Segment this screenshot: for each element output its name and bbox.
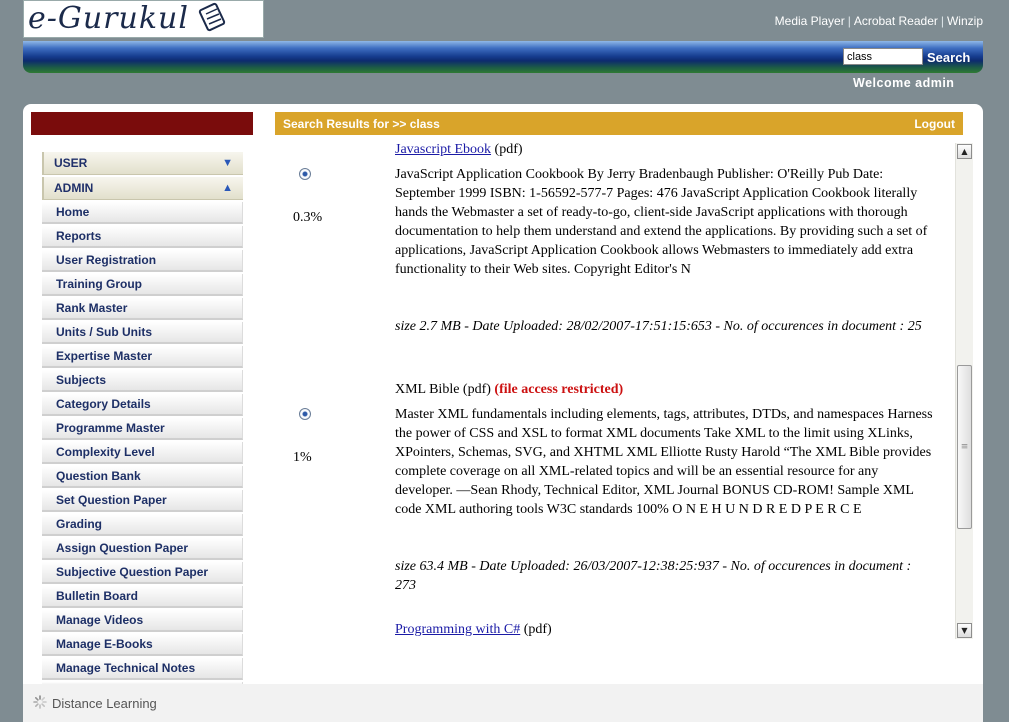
site-logo: e-Gurukul	[23, 0, 264, 38]
sidebar-item-complexity-level[interactable]: Complexity Level	[42, 442, 243, 464]
results-scrollbar[interactable]: ▲ ≡ ▼	[955, 143, 973, 639]
result-title-link[interactable]: Javascript Ebook	[395, 142, 491, 157]
result-meta: size 2.7 MB - Date Uploaded: 28/02/2007-…	[395, 319, 922, 334]
result-file-type: (pdf)	[462, 382, 491, 397]
sidebar-item-manage-videos[interactable]: Manage Videos	[42, 610, 243, 632]
main-panel: USER ▼ ADMIN ▲ Home Reports User Registr…	[23, 104, 983, 686]
grip-icon: ≡	[960, 442, 969, 452]
sidebar-item-training-group[interactable]: Training Group	[42, 274, 243, 296]
result-title-link[interactable]: Programming with C#	[395, 622, 520, 637]
sidebar-item-category-details[interactable]: Category Details	[42, 394, 243, 416]
sidebar-header-bar	[31, 112, 253, 135]
sidebar-item-home[interactable]: Home	[42, 202, 243, 224]
sidebar-item-reports[interactable]: Reports	[42, 226, 243, 248]
sidebar-item-manage-technical-notes[interactable]: Manage Technical Notes	[42, 658, 243, 680]
sidebar-item-expertise-master[interactable]: Expertise Master	[42, 346, 243, 368]
sidebar-item-programme-master[interactable]: Programme Master	[42, 418, 243, 440]
result-title-line: Javascript Ebook (pdf)	[395, 142, 523, 158]
result-title-text: XML Bible	[395, 382, 460, 397]
sidebar-item-user-registration[interactable]: User Registration	[42, 250, 243, 272]
sidebar-item-bulletin-board[interactable]: Bulletin Board	[42, 586, 243, 608]
access-restricted-label: (file access restricted)	[494, 382, 624, 397]
logo-text: e-Gurukul	[28, 1, 189, 36]
results-title: Search Results for >> class	[283, 116, 440, 131]
acrobat-reader-link[interactable]: Acrobat Reader	[854, 14, 938, 28]
result-relevance: 1%	[293, 450, 312, 465]
scroll-up-button[interactable]: ▲	[957, 144, 972, 159]
results-list: Javascript Ebook (pdf) 0.3% JavaScript A…	[275, 140, 980, 640]
sidebar-item-subjects[interactable]: Subjects	[42, 370, 243, 392]
footer-status: Distance Learning	[23, 684, 983, 722]
arrow-down-icon: ▼	[961, 626, 968, 635]
sidebar-item-assign-question-paper[interactable]: Assign Question Paper	[42, 538, 243, 560]
top-links: Media Player | Acrobat Reader | Winzip	[774, 14, 983, 28]
menu-section-admin[interactable]: ADMIN ▲	[42, 177, 243, 200]
chevron-up-icon: ▲	[222, 182, 233, 194]
sidebar-menu: USER ▼ ADMIN ▲ Home Reports User Registr…	[42, 152, 243, 686]
sidebar-item-grading[interactable]: Grading	[42, 514, 243, 536]
sidebar-item-units[interactable]: Units / Sub Units	[42, 322, 243, 344]
result-title-line: Programming with C# (pdf)	[395, 622, 552, 638]
search-button[interactable]: Search	[927, 48, 970, 67]
spinner-icon	[33, 694, 47, 712]
arrow-up-icon: ▲	[961, 147, 968, 156]
menu-section-label: ADMIN	[54, 181, 94, 195]
sidebar-item-question-bank[interactable]: Question Bank	[42, 466, 243, 488]
result-description: Master XML fundamentals including elemen…	[395, 407, 933, 517]
result-title-line: XML Bible (pdf) (file access restricted)	[395, 382, 623, 398]
sidebar-item-rank-master[interactable]: Rank Master	[42, 298, 243, 320]
welcome-text: Welcome admin	[853, 76, 955, 90]
result-file-type: (pdf)	[523, 622, 552, 637]
header-bar: Search	[23, 41, 983, 73]
result-description: JavaScript Application Cookbook By Jerry…	[395, 167, 928, 277]
logout-link[interactable]: Logout	[914, 117, 955, 131]
chevron-down-icon: ▼	[222, 157, 233, 169]
winzip-link[interactable]: Winzip	[947, 14, 983, 28]
results-header: Search Results for >> class Logout	[275, 112, 963, 135]
result-relevance: 0.3%	[293, 210, 323, 225]
sidebar-item-set-question-paper[interactable]: Set Question Paper	[42, 490, 243, 512]
scroll-thumb[interactable]: ≡	[957, 365, 972, 529]
result-file-type: (pdf)	[494, 142, 523, 157]
scroll-icon	[195, 1, 229, 37]
scroll-down-button[interactable]: ▼	[957, 623, 972, 638]
sidebar-item-manage-e-books[interactable]: Manage E-Books	[42, 634, 243, 656]
sidebar-item-subjective-question-paper[interactable]: Subjective Question Paper	[42, 562, 243, 584]
menu-section-user[interactable]: USER ▼	[42, 152, 243, 175]
result-meta: size 63.4 MB - Date Uploaded: 26/03/2007…	[395, 559, 912, 593]
radio-selected-icon[interactable]	[299, 408, 311, 420]
menu-section-label: USER	[54, 156, 88, 170]
media-player-link[interactable]: Media Player	[775, 14, 845, 28]
footer-status-text: Distance Learning	[52, 695, 157, 711]
search-input[interactable]	[843, 48, 923, 65]
radio-selected-icon[interactable]	[299, 168, 311, 180]
